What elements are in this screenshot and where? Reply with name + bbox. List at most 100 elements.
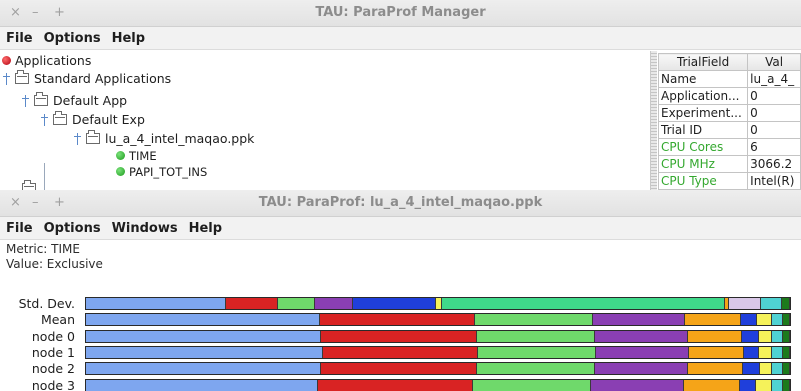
trial-field-name[interactable]: Name bbox=[657, 70, 749, 88]
bar-segment-purple[interactable] bbox=[592, 314, 686, 326]
bar-segment-yellow[interactable] bbox=[758, 346, 772, 358]
tree-node-standard-applications[interactable]: Standard Applications bbox=[2, 70, 171, 87]
tree-node-partial[interactable] bbox=[22, 179, 41, 190]
bar-segment-blue[interactable] bbox=[86, 379, 319, 391]
bar-segment-purple[interactable] bbox=[591, 379, 684, 391]
bar-segment-cyan[interactable] bbox=[771, 379, 783, 391]
tree-node-metric-papi[interactable]: PAPI_TOT_INS bbox=[116, 163, 207, 180]
bar-segment-navy[interactable] bbox=[743, 363, 760, 375]
trial-field-value[interactable]: 0 bbox=[747, 87, 801, 105]
table-row[interactable]: Experiment... 0 bbox=[657, 104, 801, 122]
bar-segment-green[interactable] bbox=[472, 379, 592, 391]
bar-track[interactable] bbox=[85, 329, 791, 343]
trial-field-name[interactable]: Application... bbox=[657, 87, 749, 105]
expand-toggle-icon[interactable] bbox=[40, 113, 50, 126]
bar-track[interactable] bbox=[85, 313, 791, 327]
bar-segment-darkgreen[interactable] bbox=[781, 298, 790, 309]
menu-file[interactable]: File bbox=[6, 31, 33, 46]
bar-segment-purple[interactable] bbox=[595, 363, 688, 375]
table-row[interactable]: Name lu_a_4_ bbox=[657, 70, 801, 88]
bar-segment-purple[interactable] bbox=[596, 346, 689, 358]
bar-segment-teal[interactable] bbox=[442, 298, 725, 309]
expand-toggle-icon[interactable] bbox=[2, 72, 12, 85]
trial-field-value[interactable]: 0 bbox=[747, 121, 801, 139]
tree-node-metric-time[interactable]: TIME bbox=[116, 147, 157, 164]
trial-field-value[interactable]: Intel(R) bbox=[747, 172, 801, 190]
manager-titlebar[interactable]: × – + TAU: ParaProf Manager bbox=[0, 0, 801, 27]
table-row[interactable]: Trial ID 0 bbox=[657, 121, 801, 139]
bar-segment-yellow[interactable] bbox=[757, 314, 772, 326]
column-header-trialfield[interactable]: TrialField bbox=[657, 53, 749, 71]
bar-row[interactable]: Mean bbox=[0, 312, 801, 327]
bar-row[interactable]: node 0 bbox=[0, 329, 801, 344]
bar-segment-blue[interactable] bbox=[86, 346, 324, 358]
trial-field-name[interactable]: Trial ID bbox=[657, 121, 749, 139]
bar-track[interactable] bbox=[85, 345, 791, 359]
bar-track[interactable] bbox=[85, 362, 791, 376]
menu-help[interactable]: Help bbox=[112, 31, 145, 46]
bar-segment-blue[interactable] bbox=[86, 330, 321, 342]
paraprof-titlebar[interactable]: × – + TAU: ParaProf: lu_a_4_intel_maqao.… bbox=[0, 190, 801, 217]
bar-segment-purple[interactable] bbox=[595, 330, 688, 342]
bar-segment-purple[interactable] bbox=[314, 298, 354, 309]
bar-segment-orange[interactable] bbox=[685, 314, 742, 326]
bar-segment-red[interactable] bbox=[319, 314, 476, 326]
menu-help[interactable]: Help bbox=[189, 221, 222, 236]
tree-node-default-app[interactable]: Default App bbox=[21, 92, 127, 109]
bar-segment-darkgreen[interactable] bbox=[782, 330, 790, 342]
bar-segment-navy[interactable] bbox=[739, 379, 757, 391]
bar-segment-cyan[interactable] bbox=[771, 314, 783, 326]
bar-segment-navy[interactable] bbox=[744, 346, 759, 358]
bar-segment-red[interactable] bbox=[321, 330, 477, 342]
bar-row[interactable]: node 3 bbox=[0, 378, 801, 391]
bar-segment-cyan[interactable] bbox=[761, 298, 782, 309]
bar-segment-darkgreen[interactable] bbox=[782, 363, 790, 375]
bar-segment-green[interactable] bbox=[277, 298, 315, 309]
trial-field-name[interactable]: CPU MHz bbox=[657, 155, 749, 173]
column-header-value[interactable]: Val bbox=[747, 53, 801, 71]
bar-segment-cyan[interactable] bbox=[771, 330, 783, 342]
table-row[interactable]: CPU Type Intel(R) bbox=[657, 172, 801, 190]
bar-track[interactable] bbox=[85, 297, 791, 310]
bar-segment-orange[interactable] bbox=[683, 379, 740, 391]
bar-segment-cyan[interactable] bbox=[771, 363, 783, 375]
bar-segment-green[interactable] bbox=[475, 314, 593, 326]
bar-segment-orange[interactable] bbox=[687, 363, 744, 375]
bar-segment-yellow[interactable] bbox=[759, 363, 772, 375]
bar-track[interactable] bbox=[85, 378, 791, 391]
bar-segment-red[interactable] bbox=[321, 363, 477, 375]
bar-segment-green[interactable] bbox=[476, 363, 596, 375]
table-row[interactable]: Application... 0 bbox=[657, 87, 801, 105]
trial-field-name[interactable]: Experiment... bbox=[657, 104, 749, 122]
trial-field-value[interactable]: 6 bbox=[747, 138, 801, 156]
bar-segment-orange[interactable] bbox=[687, 330, 743, 342]
bar-segment-red[interactable] bbox=[225, 298, 278, 309]
expand-toggle-icon[interactable] bbox=[21, 94, 31, 107]
tree-node-applications[interactable]: Applications bbox=[2, 52, 91, 69]
bar-segment-orange[interactable] bbox=[688, 346, 745, 358]
bar-row[interactable]: node 1 bbox=[0, 345, 801, 360]
bar-segment-navy[interactable] bbox=[353, 298, 436, 309]
bar-segment-red[interactable] bbox=[323, 346, 478, 358]
menu-windows[interactable]: Windows bbox=[112, 221, 178, 236]
bar-segment-navy[interactable] bbox=[741, 314, 758, 326]
bar-segment-yellow[interactable] bbox=[756, 379, 772, 391]
tree-node-default-exp[interactable]: Default Exp bbox=[40, 111, 145, 128]
bar-segment-lavender[interactable] bbox=[728, 298, 762, 309]
menu-options[interactable]: Options bbox=[44, 221, 101, 236]
expand-toggle-icon[interactable] bbox=[73, 132, 83, 145]
bar-segment-red[interactable] bbox=[318, 379, 473, 391]
menu-file[interactable]: File bbox=[6, 221, 33, 236]
bar-segment-yellow[interactable] bbox=[758, 330, 772, 342]
split-pane-divider[interactable] bbox=[651, 51, 657, 190]
menu-options[interactable]: Options bbox=[44, 31, 101, 46]
bar-row[interactable]: node 2 bbox=[0, 361, 801, 376]
table-row[interactable]: CPU MHz 3066.2 bbox=[657, 155, 801, 173]
bar-segment-darkgreen[interactable] bbox=[782, 379, 790, 391]
bar-segment-cyan[interactable] bbox=[771, 346, 783, 358]
table-row[interactable]: CPU Cores 6 bbox=[657, 138, 801, 156]
bar-segment-blue[interactable] bbox=[86, 314, 320, 326]
bar-segment-blue[interactable] bbox=[86, 363, 321, 375]
trial-field-name[interactable]: CPU Cores bbox=[657, 138, 749, 156]
trial-field-value[interactable]: 3066.2 bbox=[747, 155, 801, 173]
